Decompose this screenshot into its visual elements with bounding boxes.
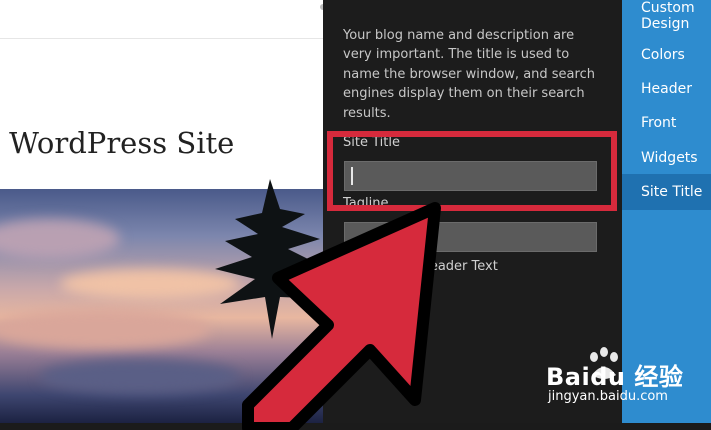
site-title-label: Site Title bbox=[343, 135, 400, 150]
display-header-text-checkbox[interactable] bbox=[343, 258, 358, 273]
customizer-panel: Your blog name and description are very … bbox=[323, 0, 622, 423]
tagline-input[interactable] bbox=[344, 222, 597, 252]
nav-item-site-title[interactable]: Site Title bbox=[622, 174, 711, 210]
customizer-nav: Custom Design Colors Header Front Widget… bbox=[622, 0, 711, 423]
nav-item-colors[interactable]: Colors bbox=[622, 38, 711, 72]
site-preview: r WordPress Site bbox=[0, 0, 323, 423]
site-heading: r WordPress Site bbox=[0, 126, 235, 160]
preview-header: r WordPress Site bbox=[0, 39, 323, 189]
nav-item-front[interactable]: Front bbox=[622, 106, 711, 140]
nav-item-header[interactable]: Header bbox=[622, 72, 711, 106]
text-caret bbox=[351, 167, 353, 185]
nav-item-custom-design[interactable]: Custom Design bbox=[622, 0, 711, 36]
tree-silhouette bbox=[215, 179, 323, 339]
site-title-input[interactable] bbox=[344, 161, 597, 191]
display-header-text-label: Display Header Text bbox=[368, 259, 498, 274]
section-description: Your blog name and description are very … bbox=[343, 28, 595, 121]
header-image bbox=[0, 179, 323, 423]
tagline-label: Tagline bbox=[343, 196, 389, 211]
preview-top-bar bbox=[0, 0, 323, 39]
nav-item-widgets[interactable]: Widgets bbox=[622, 140, 711, 174]
